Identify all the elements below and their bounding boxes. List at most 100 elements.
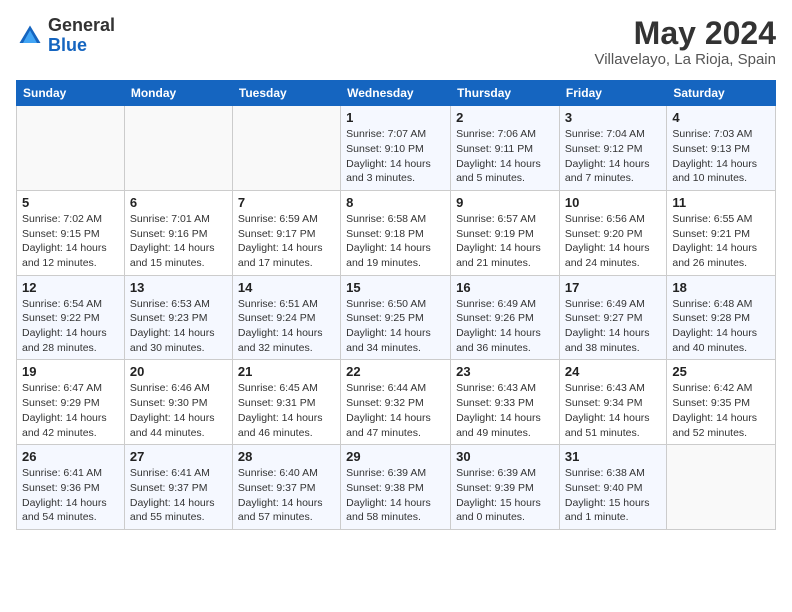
day-info: Sunrise: 6:51 AMSunset: 9:24 PMDaylight:… bbox=[238, 297, 335, 356]
day-info: Sunrise: 6:58 AMSunset: 9:18 PMDaylight:… bbox=[346, 212, 445, 271]
month-title: May 2024 bbox=[594, 16, 776, 51]
day-number: 1 bbox=[346, 110, 445, 125]
day-info: Sunrise: 6:56 AMSunset: 9:20 PMDaylight:… bbox=[565, 212, 661, 271]
day-number: 16 bbox=[456, 280, 554, 295]
day-info: Sunrise: 7:01 AMSunset: 9:16 PMDaylight:… bbox=[130, 212, 227, 271]
day-number: 18 bbox=[672, 280, 770, 295]
calendar-cell: 29 Sunrise: 6:39 AMSunset: 9:38 PMDayligh… bbox=[341, 445, 451, 530]
day-number: 29 bbox=[346, 449, 445, 464]
day-info: Sunrise: 6:48 AMSunset: 9:28 PMDaylight:… bbox=[672, 297, 770, 356]
calendar-cell bbox=[232, 106, 340, 191]
day-number: 17 bbox=[565, 280, 661, 295]
location-text: Villavelayo, La Rioja, Spain bbox=[594, 51, 776, 68]
day-number: 10 bbox=[565, 195, 661, 210]
calendar-cell: 6 Sunrise: 7:01 AMSunset: 9:16 PMDaylight… bbox=[124, 190, 232, 275]
day-info: Sunrise: 6:54 AMSunset: 9:22 PMDaylight:… bbox=[22, 297, 119, 356]
calendar-cell: 24 Sunrise: 6:43 AMSunset: 9:34 PMDayligh… bbox=[559, 360, 666, 445]
page-header: General Blue May 2024 Villavelayo, La Ri… bbox=[16, 16, 776, 68]
day-info: Sunrise: 6:50 AMSunset: 9:25 PMDaylight:… bbox=[346, 297, 445, 356]
day-number: 24 bbox=[565, 364, 661, 379]
weekday-header-friday: Friday bbox=[559, 81, 666, 106]
day-info: Sunrise: 6:43 AMSunset: 9:34 PMDaylight:… bbox=[565, 381, 661, 440]
weekday-header-tuesday: Tuesday bbox=[232, 81, 340, 106]
calendar-cell: 15 Sunrise: 6:50 AMSunset: 9:25 PMDayligh… bbox=[341, 275, 451, 360]
day-number: 3 bbox=[565, 110, 661, 125]
calendar-cell: 27 Sunrise: 6:41 AMSunset: 9:37 PMDayligh… bbox=[124, 445, 232, 530]
calendar-cell: 2 Sunrise: 7:06 AMSunset: 9:11 PMDaylight… bbox=[451, 106, 560, 191]
calendar-cell: 31Sunrise: 6:38 AMSunset: 9:40 PMDayligh… bbox=[559, 445, 666, 530]
day-number: 11 bbox=[672, 195, 770, 210]
calendar-cell: 11Sunrise: 6:55 AMSunset: 9:21 PMDayligh… bbox=[667, 190, 776, 275]
day-number: 2 bbox=[456, 110, 554, 125]
day-info: Sunrise: 7:07 AMSunset: 9:10 PMDaylight:… bbox=[346, 127, 445, 186]
day-info: Sunrise: 6:40 AMSunset: 9:37 PMDaylight:… bbox=[238, 466, 335, 525]
day-number: 27 bbox=[130, 449, 227, 464]
weekday-header-thursday: Thursday bbox=[451, 81, 560, 106]
day-number: 25 bbox=[672, 364, 770, 379]
day-number: 14 bbox=[238, 280, 335, 295]
calendar-cell: 28Sunrise: 6:40 AMSunset: 9:37 PMDayligh… bbox=[232, 445, 340, 530]
calendar-cell: 7 Sunrise: 6:59 AMSunset: 9:17 PMDaylight… bbox=[232, 190, 340, 275]
day-number: 26 bbox=[22, 449, 119, 464]
week-row-1: 1 Sunrise: 7:07 AMSunset: 9:10 PMDaylight… bbox=[17, 106, 776, 191]
week-row-2: 5 Sunrise: 7:02 AMSunset: 9:15 PMDaylight… bbox=[17, 190, 776, 275]
day-number: 21 bbox=[238, 364, 335, 379]
weekday-header-sunday: Sunday bbox=[17, 81, 125, 106]
calendar-cell: 25 Sunrise: 6:42 AMSunset: 9:35 PMDayligh… bbox=[667, 360, 776, 445]
calendar-cell: 3 Sunrise: 7:04 AMSunset: 9:12 PMDaylight… bbox=[559, 106, 666, 191]
day-info: Sunrise: 6:49 AMSunset: 9:27 PMDaylight:… bbox=[565, 297, 661, 356]
day-number: 12 bbox=[22, 280, 119, 295]
day-info: Sunrise: 6:49 AMSunset: 9:26 PMDaylight:… bbox=[456, 297, 554, 356]
calendar-cell: 17 Sunrise: 6:49 AMSunset: 9:27 PMDayligh… bbox=[559, 275, 666, 360]
day-number: 9 bbox=[456, 195, 554, 210]
day-info: Sunrise: 7:04 AMSunset: 9:12 PMDaylight:… bbox=[565, 127, 661, 186]
day-info: Sunrise: 6:43 AMSunset: 9:33 PMDaylight:… bbox=[456, 381, 554, 440]
day-number: 4 bbox=[672, 110, 770, 125]
calendar-cell: 16 Sunrise: 6:49 AMSunset: 9:26 PMDayligh… bbox=[451, 275, 560, 360]
weekday-header-row: SundayMondayTuesdayWednesdayThursdayFrid… bbox=[17, 81, 776, 106]
calendar-cell bbox=[17, 106, 125, 191]
day-number: 5 bbox=[22, 195, 119, 210]
day-info: Sunrise: 6:41 AMSunset: 9:37 PMDaylight:… bbox=[130, 466, 227, 525]
calendar-cell: 23Sunrise: 6:43 AMSunset: 9:33 PMDayligh… bbox=[451, 360, 560, 445]
day-number: 15 bbox=[346, 280, 445, 295]
day-number: 6 bbox=[130, 195, 227, 210]
day-info: Sunrise: 6:53 AMSunset: 9:23 PMDaylight:… bbox=[130, 297, 227, 356]
calendar-cell: 4 Sunrise: 7:03 AMSunset: 9:13 PMDaylight… bbox=[667, 106, 776, 191]
day-info: Sunrise: 6:39 AMSunset: 9:38 PMDaylight:… bbox=[346, 466, 445, 525]
day-info: Sunrise: 6:44 AMSunset: 9:32 PMDaylight:… bbox=[346, 381, 445, 440]
day-number: 30 bbox=[456, 449, 554, 464]
calendar-cell: 10 Sunrise: 6:56 AMSunset: 9:20 PMDayligh… bbox=[559, 190, 666, 275]
day-info: Sunrise: 6:47 AMSunset: 9:29 PMDaylight:… bbox=[22, 381, 119, 440]
day-number: 20 bbox=[130, 364, 227, 379]
day-info: Sunrise: 6:46 AMSunset: 9:30 PMDaylight:… bbox=[130, 381, 227, 440]
calendar-cell: 26 Sunrise: 6:41 AMSunset: 9:36 PMDayligh… bbox=[17, 445, 125, 530]
day-info: Sunrise: 6:57 AMSunset: 9:19 PMDaylight:… bbox=[456, 212, 554, 271]
day-info: Sunrise: 6:39 AMSunset: 9:39 PMDaylight:… bbox=[456, 466, 554, 525]
calendar-cell: 19Sunrise: 6:47 AMSunset: 9:29 PMDayligh… bbox=[17, 360, 125, 445]
calendar-cell: 21Sunrise: 6:45 AMSunset: 9:31 PMDayligh… bbox=[232, 360, 340, 445]
weekday-header-saturday: Saturday bbox=[667, 81, 776, 106]
day-info: Sunrise: 6:38 AMSunset: 9:40 PMDaylight:… bbox=[565, 466, 661, 525]
day-info: Sunrise: 6:42 AMSunset: 9:35 PMDaylight:… bbox=[672, 381, 770, 440]
calendar-cell: 14 Sunrise: 6:51 AMSunset: 9:24 PMDayligh… bbox=[232, 275, 340, 360]
week-row-3: 12 Sunrise: 6:54 AMSunset: 9:22 PMDayligh… bbox=[17, 275, 776, 360]
week-row-4: 19Sunrise: 6:47 AMSunset: 9:29 PMDayligh… bbox=[17, 360, 776, 445]
calendar-cell: 12 Sunrise: 6:54 AMSunset: 9:22 PMDayligh… bbox=[17, 275, 125, 360]
calendar-cell: 20 Sunrise: 6:46 AMSunset: 9:30 PMDayligh… bbox=[124, 360, 232, 445]
day-info: Sunrise: 7:03 AMSunset: 9:13 PMDaylight:… bbox=[672, 127, 770, 186]
day-info: Sunrise: 7:02 AMSunset: 9:15 PMDaylight:… bbox=[22, 212, 119, 271]
calendar-cell: 18 Sunrise: 6:48 AMSunset: 9:28 PMDayligh… bbox=[667, 275, 776, 360]
day-info: Sunrise: 6:41 AMSunset: 9:36 PMDaylight:… bbox=[22, 466, 119, 525]
day-info: Sunrise: 6:59 AMSunset: 9:17 PMDaylight:… bbox=[238, 212, 335, 271]
day-info: Sunrise: 7:06 AMSunset: 9:11 PMDaylight:… bbox=[456, 127, 554, 186]
logo: General Blue bbox=[16, 16, 115, 56]
day-number: 8 bbox=[346, 195, 445, 210]
day-number: 22 bbox=[346, 364, 445, 379]
day-number: 7 bbox=[238, 195, 335, 210]
weekday-header-wednesday: Wednesday bbox=[341, 81, 451, 106]
calendar-cell: 1 Sunrise: 7:07 AMSunset: 9:10 PMDaylight… bbox=[341, 106, 451, 191]
calendar-cell bbox=[124, 106, 232, 191]
calendar-cell bbox=[667, 445, 776, 530]
weekday-header-monday: Monday bbox=[124, 81, 232, 106]
